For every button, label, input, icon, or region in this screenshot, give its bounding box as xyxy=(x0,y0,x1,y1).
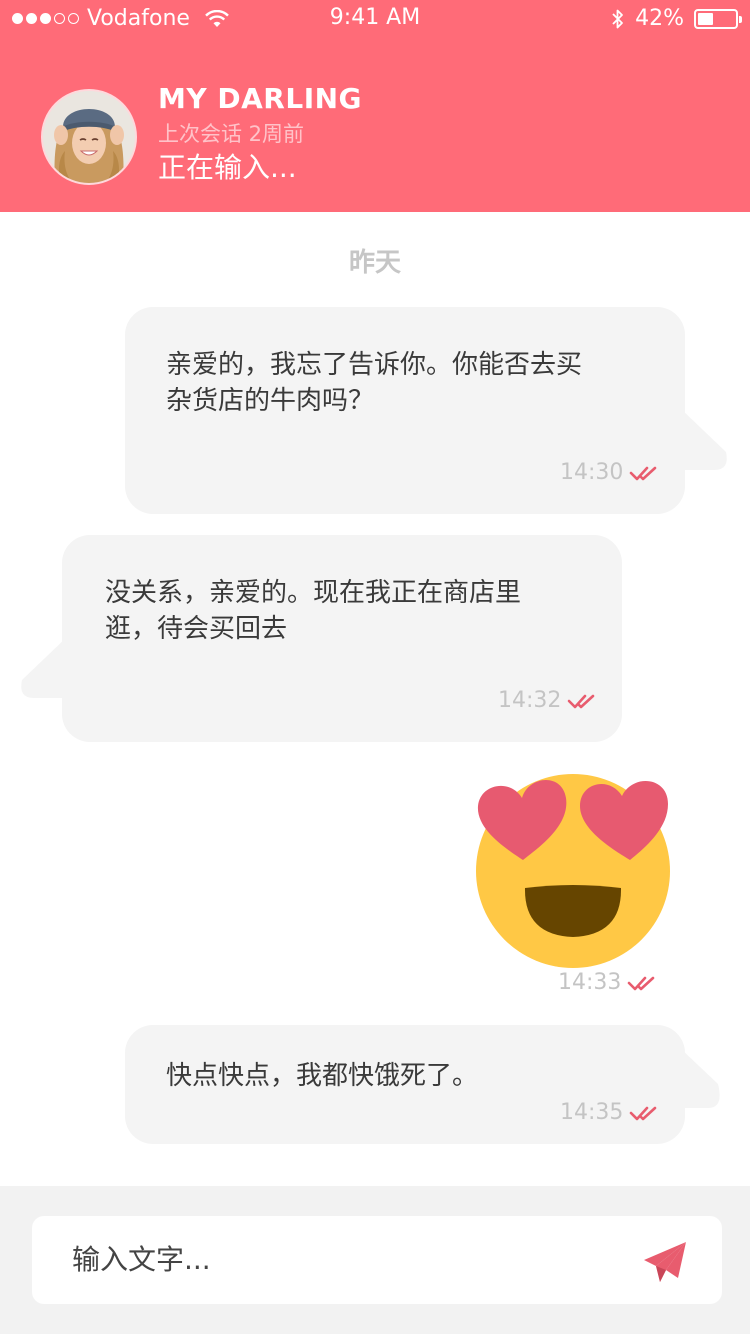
bubble-tail xyxy=(680,1048,720,1108)
double-check-icon xyxy=(630,1106,657,1120)
message-time: 14:32 xyxy=(498,688,562,713)
message-input[interactable] xyxy=(72,1237,612,1281)
date-separator: 昨天 xyxy=(348,248,401,278)
contact-avatar[interactable] xyxy=(41,89,137,185)
status-bar: Vodafone 9:41 AM 42% xyxy=(0,0,750,40)
battery-percent: 42% xyxy=(635,6,684,31)
bubble-tail xyxy=(21,636,68,698)
double-check-icon xyxy=(568,694,595,708)
message-time: 14:35 xyxy=(560,1100,624,1125)
battery-icon xyxy=(694,8,742,29)
message-text-line: 没关系，亲爱的。现在我正在商店里 xyxy=(105,578,522,608)
message-text-line: 亲爱的，我忘了告诉你。你能否去买 xyxy=(166,350,583,380)
avatar-image xyxy=(43,91,135,183)
message-text-line: 快点快点，我都快饿死了。 xyxy=(166,1061,479,1091)
message-meta: 14:33 xyxy=(558,970,659,995)
double-check-icon xyxy=(630,466,657,480)
chat-header: Vodafone 9:41 AM 42% MY DARLING 上次会话 2周前… xyxy=(0,0,750,212)
paper-plane-icon[interactable] xyxy=(640,1236,690,1286)
heart-eyes-emoji xyxy=(470,770,674,970)
last-seen-status: 上次会话 2周前 xyxy=(158,122,305,146)
bluetooth-icon xyxy=(612,9,623,28)
message-time: 14:33 xyxy=(558,970,622,995)
message-meta: 14:35 xyxy=(560,1100,661,1125)
battery-fill xyxy=(698,12,713,25)
message-text-line: 逛，待会买回去 xyxy=(105,614,288,644)
bubble-tail xyxy=(680,408,727,470)
battery-tip xyxy=(739,15,742,23)
message-meta: 14:32 xyxy=(498,688,599,713)
message-time: 14:30 xyxy=(560,460,624,485)
message-meta: 14:30 xyxy=(560,460,661,485)
contact-name[interactable]: MY DARLING xyxy=(158,82,362,115)
status-right: 42% xyxy=(611,6,742,31)
double-check-icon xyxy=(628,976,655,990)
message-text-line: 杂货店的牛肉吗？ xyxy=(166,386,375,416)
typing-indicator: 正在输入... xyxy=(158,151,297,184)
